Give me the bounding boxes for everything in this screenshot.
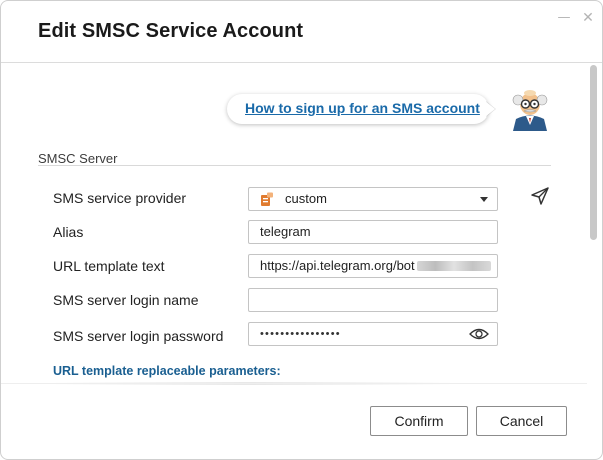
cancel-button[interactable]: Cancel <box>476 406 567 436</box>
signup-help-link[interactable]: How to sign up for an SMS account <box>245 100 480 116</box>
alias-value: telegram <box>260 224 311 239</box>
login-password-label: SMS server login password <box>53 328 224 344</box>
eye-icon[interactable] <box>469 327 489 341</box>
scrollbar-thumb[interactable] <box>590 65 597 240</box>
signup-help-bubble: How to sign up for an SMS account <box>227 94 489 124</box>
edit-smsc-dialog: Edit SMSC Service Account — ✕ How to sig… <box>0 0 603 460</box>
login-name-input[interactable] <box>248 288 498 312</box>
professor-mascot-icon <box>512 90 548 131</box>
footer-divider <box>1 383 587 384</box>
provider-label: SMS service provider <box>53 190 187 206</box>
url-template-params-link[interactable]: URL template replaceable parameters: <box>53 364 281 378</box>
paper-plane-icon[interactable] <box>530 186 550 206</box>
provider-selected-value: custom <box>285 191 327 206</box>
title-divider <box>1 62 602 63</box>
password-masked-value: •••••••••••••••• <box>260 328 341 340</box>
login-password-input[interactable]: •••••••••••••••• <box>248 322 498 346</box>
minimize-icon[interactable]: — <box>555 9 573 27</box>
login-name-field[interactable] <box>260 289 497 311</box>
dialog-title: Edit SMSC Service Account <box>38 20 304 42</box>
alias-input[interactable]: telegram <box>248 220 498 244</box>
alias-label: Alias <box>53 224 84 240</box>
section-divider <box>38 165 551 166</box>
login-name-label: SMS server login name <box>53 292 199 308</box>
custom-provider-icon <box>261 192 273 206</box>
confirm-button[interactable]: Confirm <box>370 406 468 436</box>
vertical-scrollbar[interactable] <box>587 63 601 383</box>
url-template-input[interactable]: https://api.telegram.org/bot <box>248 254 498 278</box>
chevron-down-icon <box>480 197 488 202</box>
section-title-smsc-server: SMSC Server <box>38 151 118 166</box>
close-icon[interactable]: ✕ <box>579 9 597 27</box>
bubble-tail <box>485 101 495 117</box>
redacted-token <box>416 261 491 271</box>
url-template-label: URL template text <box>53 258 165 274</box>
dialog-titlebar: Edit SMSC Service Account — ✕ <box>1 1 602 61</box>
provider-select[interactable]: custom <box>248 187 498 211</box>
url-template-value: https://api.telegram.org/bot <box>260 258 415 273</box>
